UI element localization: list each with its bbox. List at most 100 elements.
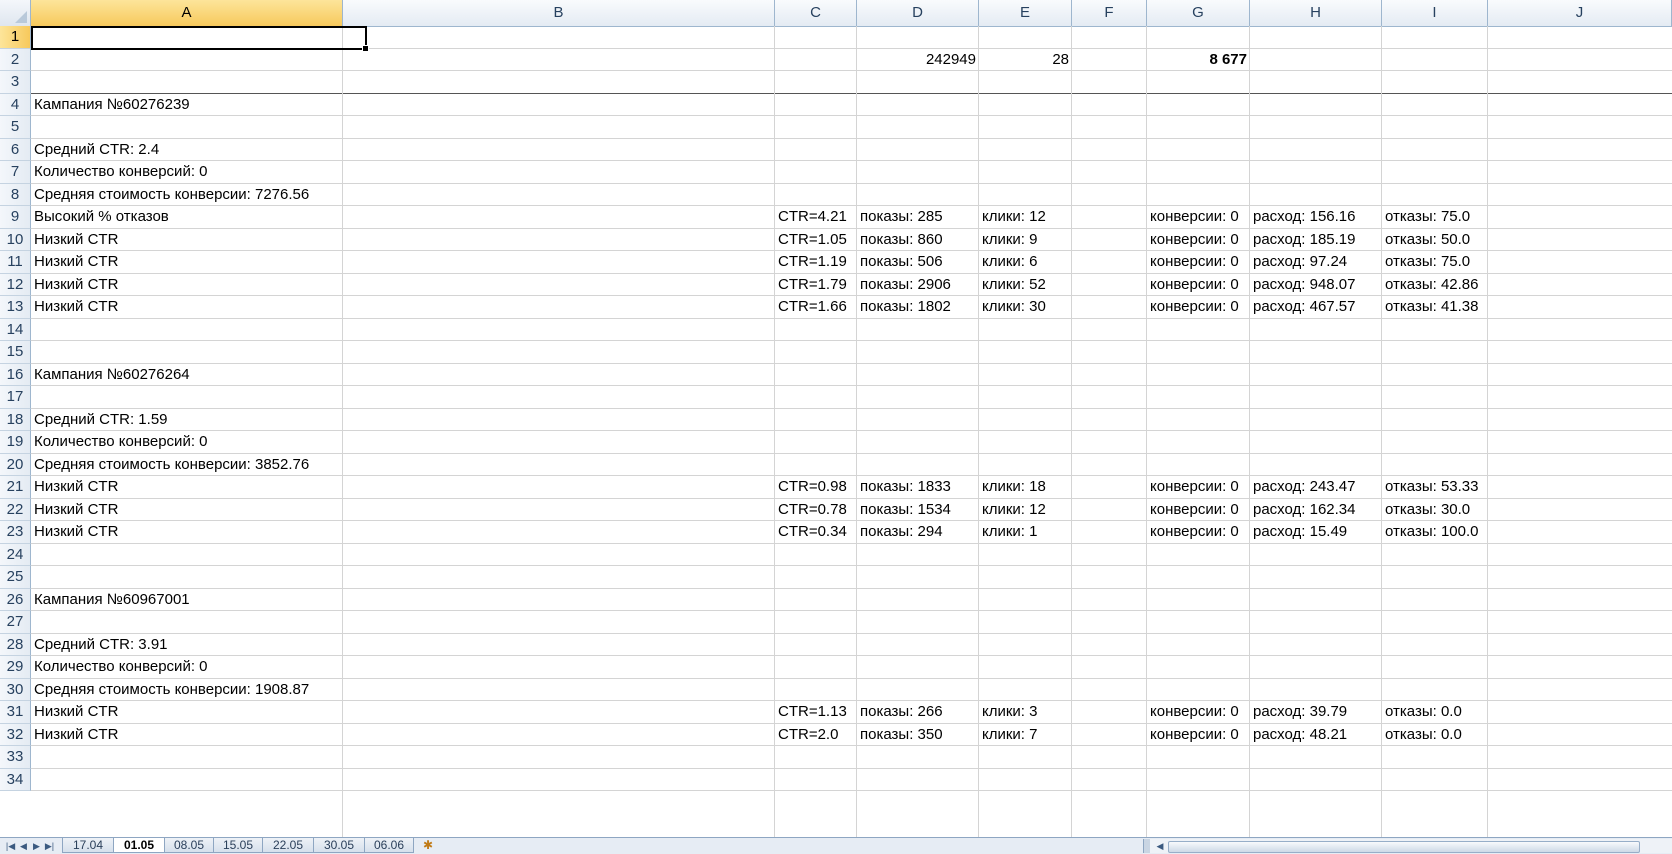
cell-E21[interactable]: клики: 18: [979, 476, 1072, 499]
cell-A32[interactable]: Низкий CTR: [31, 724, 343, 747]
row-header-18[interactable]: 18: [0, 408, 31, 431]
cell-A31[interactable]: Низкий CTR: [31, 701, 343, 724]
row-header-13[interactable]: 13: [0, 296, 31, 319]
cell-I23[interactable]: отказы: 100.0: [1382, 521, 1488, 544]
cell-A22[interactable]: Низкий CTR: [31, 499, 343, 522]
row-header-30[interactable]: 30: [0, 678, 31, 701]
sheet-tab-08.05[interactable]: 08.05: [164, 838, 214, 853]
cell-C11[interactable]: CTR=1.19: [775, 251, 857, 274]
cell-E32[interactable]: клики: 7: [979, 724, 1072, 747]
cell-A18[interactable]: Средний CTR: 1.59: [31, 409, 343, 432]
cell-H13[interactable]: расход: 467.57: [1250, 296, 1382, 319]
cell-C12[interactable]: CTR=1.79: [775, 274, 857, 297]
row-header-12[interactable]: 12: [0, 273, 31, 296]
cell-I21[interactable]: отказы: 53.33: [1382, 476, 1488, 499]
cell-I12[interactable]: отказы: 42.86: [1382, 274, 1488, 297]
column-header-I[interactable]: I: [1382, 0, 1488, 26]
row-header-34[interactable]: 34: [0, 768, 31, 791]
cell-H32[interactable]: расход: 48.21: [1250, 724, 1382, 747]
cell-A21[interactable]: Низкий CTR: [31, 476, 343, 499]
row-header-4[interactable]: 4: [0, 93, 31, 116]
cell-A4[interactable]: Кампания №60276239: [31, 94, 343, 117]
sheet-tab-01.05[interactable]: 01.05: [113, 838, 165, 853]
cell-I13[interactable]: отказы: 41.38: [1382, 296, 1488, 319]
row-header-19[interactable]: 19: [0, 431, 31, 454]
scroll-left-icon[interactable]: ◀: [1154, 839, 1166, 853]
column-header-H[interactable]: H: [1250, 0, 1382, 26]
row-header-26[interactable]: 26: [0, 588, 31, 611]
cell-G31[interactable]: конверсии: 0: [1147, 701, 1250, 724]
cell-A11[interactable]: Низкий CTR: [31, 251, 343, 274]
row-header-29[interactable]: 29: [0, 656, 31, 679]
cell-G10[interactable]: конверсии: 0: [1147, 229, 1250, 252]
cell-D21[interactable]: показы: 1833: [857, 476, 979, 499]
cell-H23[interactable]: расход: 15.49: [1250, 521, 1382, 544]
row-header-3[interactable]: 3: [0, 71, 31, 94]
cell-C23[interactable]: CTR=0.34: [775, 521, 857, 544]
cell-G23[interactable]: конверсии: 0: [1147, 521, 1250, 544]
cell-E10[interactable]: клики: 9: [979, 229, 1072, 252]
cell-E12[interactable]: клики: 52: [979, 274, 1072, 297]
row-header-33[interactable]: 33: [0, 746, 31, 769]
sheet-tab-22.05[interactable]: 22.05: [262, 838, 314, 853]
next-sheet-icon[interactable]: ▶: [30, 838, 43, 854]
row-header-16[interactable]: 16: [0, 363, 31, 386]
row-header-8[interactable]: 8: [0, 183, 31, 206]
cell-A20[interactable]: Средняя стоимость конверсии: 3852.76: [31, 454, 343, 477]
cell-A12[interactable]: Низкий CTR: [31, 274, 343, 297]
select-all-button[interactable]: [0, 0, 31, 26]
cell-A28[interactable]: Средний CTR: 3.91: [31, 634, 343, 657]
cell-A30[interactable]: Средняя стоимость конверсии: 1908.87: [31, 679, 343, 702]
cell-H31[interactable]: расход: 39.79: [1250, 701, 1382, 724]
scroll-thumb[interactable]: [1168, 841, 1640, 853]
column-header-C[interactable]: C: [775, 0, 857, 26]
column-header-F[interactable]: F: [1072, 0, 1147, 26]
cell-I32[interactable]: отказы: 0.0: [1382, 724, 1488, 747]
cell-E31[interactable]: клики: 3: [979, 701, 1072, 724]
column-header-J[interactable]: J: [1488, 0, 1672, 26]
cell-D22[interactable]: показы: 1534: [857, 499, 979, 522]
cell-D2[interactable]: 242949: [857, 49, 979, 72]
cell-D31[interactable]: показы: 266: [857, 701, 979, 724]
row-header-2[interactable]: 2: [0, 48, 31, 71]
cell-A6[interactable]: Средний CTR: 2.4: [31, 139, 343, 162]
row-header-5[interactable]: 5: [0, 116, 31, 139]
cell-H9[interactable]: расход: 156.16: [1250, 206, 1382, 229]
cell-H22[interactable]: расход: 162.34: [1250, 499, 1382, 522]
cell-E2[interactable]: 28: [979, 49, 1072, 72]
column-header-E[interactable]: E: [979, 0, 1072, 26]
cell-C32[interactable]: CTR=2.0: [775, 724, 857, 747]
tab-split-handle[interactable]: [1144, 839, 1150, 853]
cell-E23[interactable]: клики: 1: [979, 521, 1072, 544]
cell-A29[interactable]: Количество конверсий: 0: [31, 656, 343, 679]
cell-A13[interactable]: Низкий CTR: [31, 296, 343, 319]
cell-G21[interactable]: конверсии: 0: [1147, 476, 1250, 499]
cell-G13[interactable]: конверсии: 0: [1147, 296, 1250, 319]
row-header-6[interactable]: 6: [0, 138, 31, 161]
cell-D12[interactable]: показы: 2906: [857, 274, 979, 297]
sheet-tab-06.06[interactable]: 06.06: [364, 838, 414, 853]
row-header-7[interactable]: 7: [0, 161, 31, 184]
cell-D9[interactable]: показы: 285: [857, 206, 979, 229]
row-header-25[interactable]: 25: [0, 566, 31, 589]
row-header-24[interactable]: 24: [0, 543, 31, 566]
cell-D13[interactable]: показы: 1802: [857, 296, 979, 319]
cell-H21[interactable]: расход: 243.47: [1250, 476, 1382, 499]
cell-I10[interactable]: отказы: 50.0: [1382, 229, 1488, 252]
row-header-28[interactable]: 28: [0, 633, 31, 656]
column-header-D[interactable]: D: [857, 0, 979, 26]
row-header-22[interactable]: 22: [0, 498, 31, 521]
cell-A26[interactable]: Кампания №60967001: [31, 589, 343, 612]
cell-grid[interactable]: 242949 28 8 677 Кампания №60276239 Средний C…: [31, 26, 1672, 837]
cell-C31[interactable]: CTR=1.13: [775, 701, 857, 724]
cell-C21[interactable]: CTR=0.98: [775, 476, 857, 499]
cell-H10[interactable]: расход: 185.19: [1250, 229, 1382, 252]
cell-E11[interactable]: клики: 6: [979, 251, 1072, 274]
cell-I11[interactable]: отказы: 75.0: [1382, 251, 1488, 274]
cell-D10[interactable]: показы: 860: [857, 229, 979, 252]
cell-H11[interactable]: расход: 97.24: [1250, 251, 1382, 274]
row-header-23[interactable]: 23: [0, 521, 31, 544]
cell-G32[interactable]: конверсии: 0: [1147, 724, 1250, 747]
column-header-A[interactable]: A: [31, 0, 343, 26]
cell-G2[interactable]: 8 677: [1147, 49, 1250, 72]
